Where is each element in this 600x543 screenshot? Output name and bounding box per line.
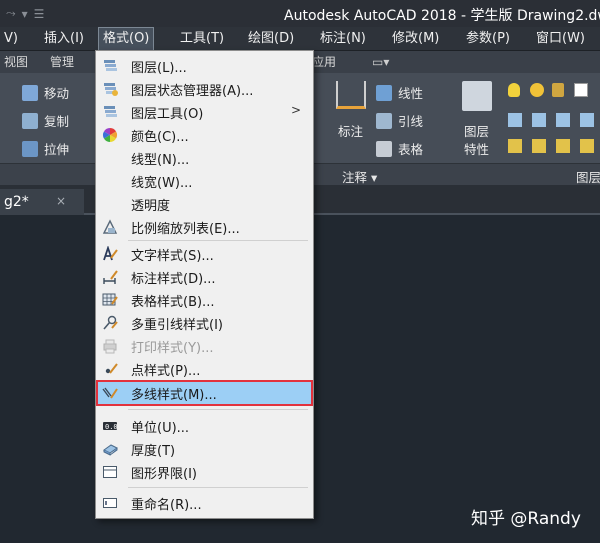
menu-view[interactable]: V) — [0, 27, 22, 51]
menu-item-layer-state-manager[interactable]: 图层状态管理器(A)... — [98, 78, 311, 100]
menu-tools[interactable]: 工具(T) — [176, 27, 228, 51]
title-bar: ⤳ ▾ ☰ Autodesk AutoCAD 2018 - 学生版 Drawin… — [0, 0, 600, 27]
sun-icon[interactable] — [530, 83, 544, 97]
menu-item-color[interactable]: 颜色(C)... — [98, 124, 311, 146]
redo-icon[interactable]: ⤳ — [6, 6, 16, 21]
move-button[interactable]: 移动 — [22, 83, 69, 102]
menu-insert[interactable]: 插入(I) — [40, 27, 88, 51]
stretch-button[interactable]: 拉伸 — [22, 139, 69, 158]
table-icon — [376, 140, 392, 157]
dimension-icon[interactable] — [336, 81, 366, 109]
menu-separator — [128, 409, 308, 410]
svg-text:0.0: 0.0 — [105, 423, 118, 431]
layer-tools-icon — [104, 106, 117, 117]
layer-properties-label-1[interactable]: 图层 — [464, 121, 489, 140]
menu-parametric[interactable]: 参数(P) — [462, 27, 514, 51]
plot-style-icon — [103, 339, 117, 354]
layer-tools-row-2[interactable] — [508, 139, 598, 153]
file-tab-label: g2* — [4, 194, 29, 210]
text-style-icon — [103, 246, 118, 261]
table-button[interactable]: 表格 — [376, 139, 423, 158]
layer-properties-label-2[interactable]: 特性 — [464, 139, 489, 158]
menu-item-layer-tools[interactable]: 图层工具(O) > — [98, 101, 311, 123]
mline-style-icon — [102, 387, 118, 399]
tab-apps[interactable]: 应用 — [312, 51, 336, 73]
layer-properties-icon[interactable] — [462, 81, 492, 111]
layers-panel-title[interactable]: 图层 — [576, 167, 600, 186]
stretch-icon — [22, 140, 38, 157]
menu-item-transparency[interactable]: 透明度 — [98, 193, 311, 215]
point-style-icon — [105, 363, 118, 374]
mleader-style-icon — [103, 315, 118, 330]
tab-view[interactable]: 视图 — [4, 51, 28, 73]
file-tab-drawing2[interactable]: g2* × — [0, 189, 84, 215]
menu-item-layer[interactable]: 图层(L)... — [98, 55, 311, 77]
close-icon[interactable]: × — [56, 194, 66, 208]
ribbon-options-icon[interactable]: ▭▾ — [372, 51, 389, 73]
menu-separator — [128, 240, 308, 241]
copy-button[interactable]: 复制 — [22, 111, 69, 130]
menu-item-dim-style[interactable]: 标注样式(D)... — [98, 266, 311, 288]
menu-item-units[interactable]: 0.0 单位(U)... — [98, 415, 311, 437]
table-style-icon — [102, 293, 118, 306]
leader-icon — [376, 112, 392, 129]
thickness-icon — [103, 444, 118, 456]
layer-tools-row-1[interactable] — [508, 113, 598, 127]
rename-icon — [103, 498, 117, 508]
move-icon — [22, 84, 38, 101]
color-swatch-icon[interactable] — [574, 83, 588, 97]
customize-icon[interactable]: ☰ — [34, 7, 45, 21]
menu-item-plot-style: 打印样式(Y)... — [98, 335, 311, 357]
linear-button[interactable]: 线性 — [376, 83, 423, 102]
menu-item-mleader-style[interactable]: 多重引线样式(I) — [98, 312, 311, 334]
leader-button[interactable]: 引线 — [376, 111, 423, 130]
menu-dimension[interactable]: 标注(N) — [316, 27, 370, 51]
menu-item-scale-list[interactable]: 比例缩放列表(E)... — [98, 216, 311, 238]
dimension-label[interactable]: 标注 — [338, 121, 363, 140]
units-icon: 0.0 — [103, 422, 118, 431]
window-title: Autodesk AutoCAD 2018 - 学生版 Drawing2.dw — [284, 8, 600, 24]
submenu-arrow-icon: > — [290, 103, 301, 117]
format-dropdown-menu: 图层(L)... 图层状态管理器(A)... 图层工具(O) > 颜色(C)..… — [95, 50, 314, 519]
menu-item-multiline-style[interactable]: 多线样式(M)... — [96, 380, 313, 406]
color-wheel-icon — [103, 128, 117, 142]
layer-state-icon — [104, 83, 118, 96]
menu-item-table-style[interactable]: 表格样式(B)... — [98, 289, 311, 311]
copy-icon — [22, 112, 38, 129]
limits-icon — [103, 466, 117, 478]
menu-item-thickness[interactable]: 厚度(T) — [98, 438, 311, 460]
menu-item-point-style[interactable]: 点样式(P)... — [98, 358, 311, 380]
menu-item-drawing-limits[interactable]: 图形界限(I) — [98, 461, 311, 483]
watermark: 知乎 @Randy — [471, 509, 581, 529]
quick-access-toolbar: ⤳ ▾ ☰ — [0, 0, 50, 27]
menu-item-linetype[interactable]: 线型(N)... — [98, 147, 311, 169]
linear-icon — [376, 84, 392, 101]
scale-list-icon — [102, 219, 118, 234]
menu-format[interactable]: 格式(O) — [98, 27, 155, 51]
tab-manage[interactable]: 管理 — [50, 51, 74, 73]
menu-window[interactable]: 窗口(W) — [532, 27, 589, 51]
menu-item-text-style[interactable]: 文字样式(S)... — [98, 243, 311, 265]
menu-item-rename[interactable]: 重命名(R)... — [98, 492, 311, 514]
menu-draw[interactable]: 绘图(D) — [244, 27, 298, 51]
layer-icon — [104, 60, 117, 71]
annotation-panel-title[interactable]: 注释 ▾ — [342, 167, 377, 186]
dropdown-icon[interactable]: ▾ — [22, 7, 28, 21]
lock-icon[interactable] — [552, 83, 564, 97]
lightbulb-icon[interactable] — [508, 83, 520, 97]
dim-style-icon — [103, 270, 118, 284]
menu-modify[interactable]: 修改(M) — [388, 27, 443, 51]
menu-item-lineweight[interactable]: 线宽(W)... — [98, 170, 311, 192]
menu-separator — [128, 487, 308, 488]
menu-bar: V) 插入(I) 格式(O) 工具(T) 绘图(D) 标注(N) 修改(M) 参… — [0, 27, 600, 51]
